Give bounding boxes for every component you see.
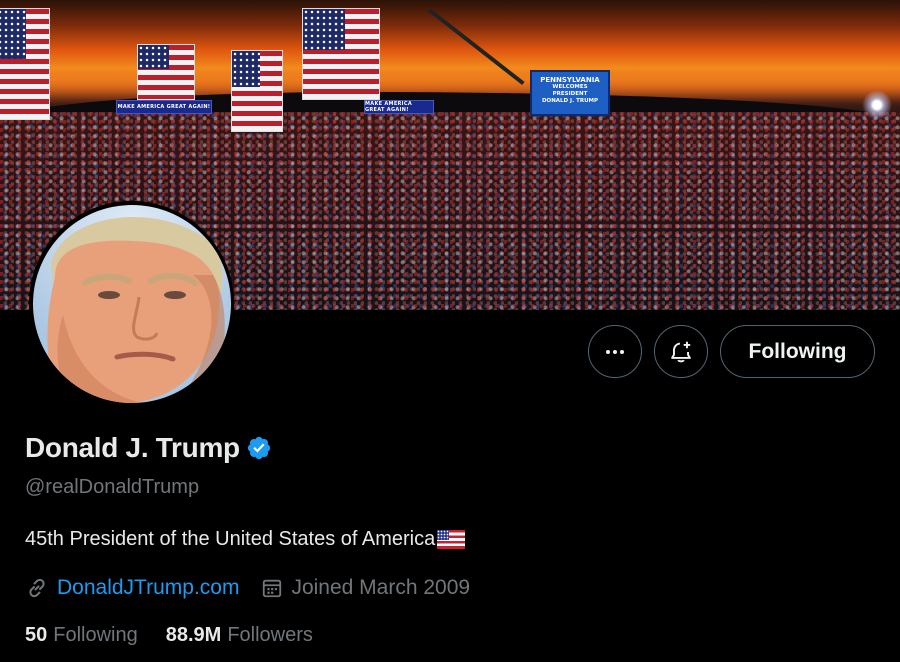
screen-line: DONALD J. TRUMP <box>541 98 599 104</box>
website-link[interactable]: DonaldJTrump.com <box>57 576 239 600</box>
joined-date: Joined March 2009 <box>291 576 471 599</box>
profile-meta: DonaldJTrump.com Joined March 2009 <box>25 576 470 600</box>
followers-count: 88.9M <box>165 624 222 646</box>
followers-label: Followers <box>227 624 313 646</box>
display-name: Donald J. Trump <box>25 432 240 463</box>
more-icon <box>606 349 624 354</box>
profile-stats: 50 Following 88.9M Followers <box>25 624 313 647</box>
banner-stage-light <box>862 90 892 120</box>
joined-item: Joined March 2009 <box>261 576 470 600</box>
bell-plus-icon <box>671 341 691 362</box>
link-icon <box>29 578 45 598</box>
following-count-link[interactable]: 50 Following <box>25 624 138 647</box>
screen-line: WELCOMES <box>552 84 588 90</box>
profile-handle: @realDonaldTrump <box>25 476 200 498</box>
avatar-photo <box>32 204 231 403</box>
more-options-button[interactable] <box>588 325 642 378</box>
calendar-icon <box>263 579 282 598</box>
screen-line: PRESIDENT <box>552 91 588 97</box>
bio-text: 45th President of the United States of A… <box>25 528 436 550</box>
banner-screen: PENNSYLVANIA WELCOMES PRESIDENT DONALD J… <box>530 70 610 116</box>
following-button[interactable]: Following <box>720 325 875 378</box>
profile-name-row: Donald J. Trump <box>25 432 272 464</box>
banner-sign-left: MAKE AMERICA GREAT AGAIN! <box>116 100 212 114</box>
banner-flag <box>231 50 283 132</box>
banner-flag <box>137 44 195 100</box>
banner-flag <box>0 8 50 120</box>
profile-bio: 45th President of the United States of A… <box>25 528 466 551</box>
verified-badge-icon[interactable] <box>246 435 272 461</box>
profile-avatar[interactable] <box>29 201 234 406</box>
avatar-portrait <box>46 216 225 403</box>
notifications-button[interactable] <box>654 325 708 378</box>
following-label: Following <box>53 624 138 646</box>
us-flag-emoji-icon <box>437 530 466 549</box>
screen-line: PENNSYLVANIA <box>540 76 600 84</box>
website-item[interactable]: DonaldJTrump.com <box>25 576 239 600</box>
followers-count-link[interactable]: 88.9M Followers <box>166 624 313 647</box>
following-count: 50 <box>25 624 48 646</box>
banner-sign-right: MAKE AMERICA GREAT AGAIN! <box>364 100 434 114</box>
banner-flag <box>302 8 380 100</box>
